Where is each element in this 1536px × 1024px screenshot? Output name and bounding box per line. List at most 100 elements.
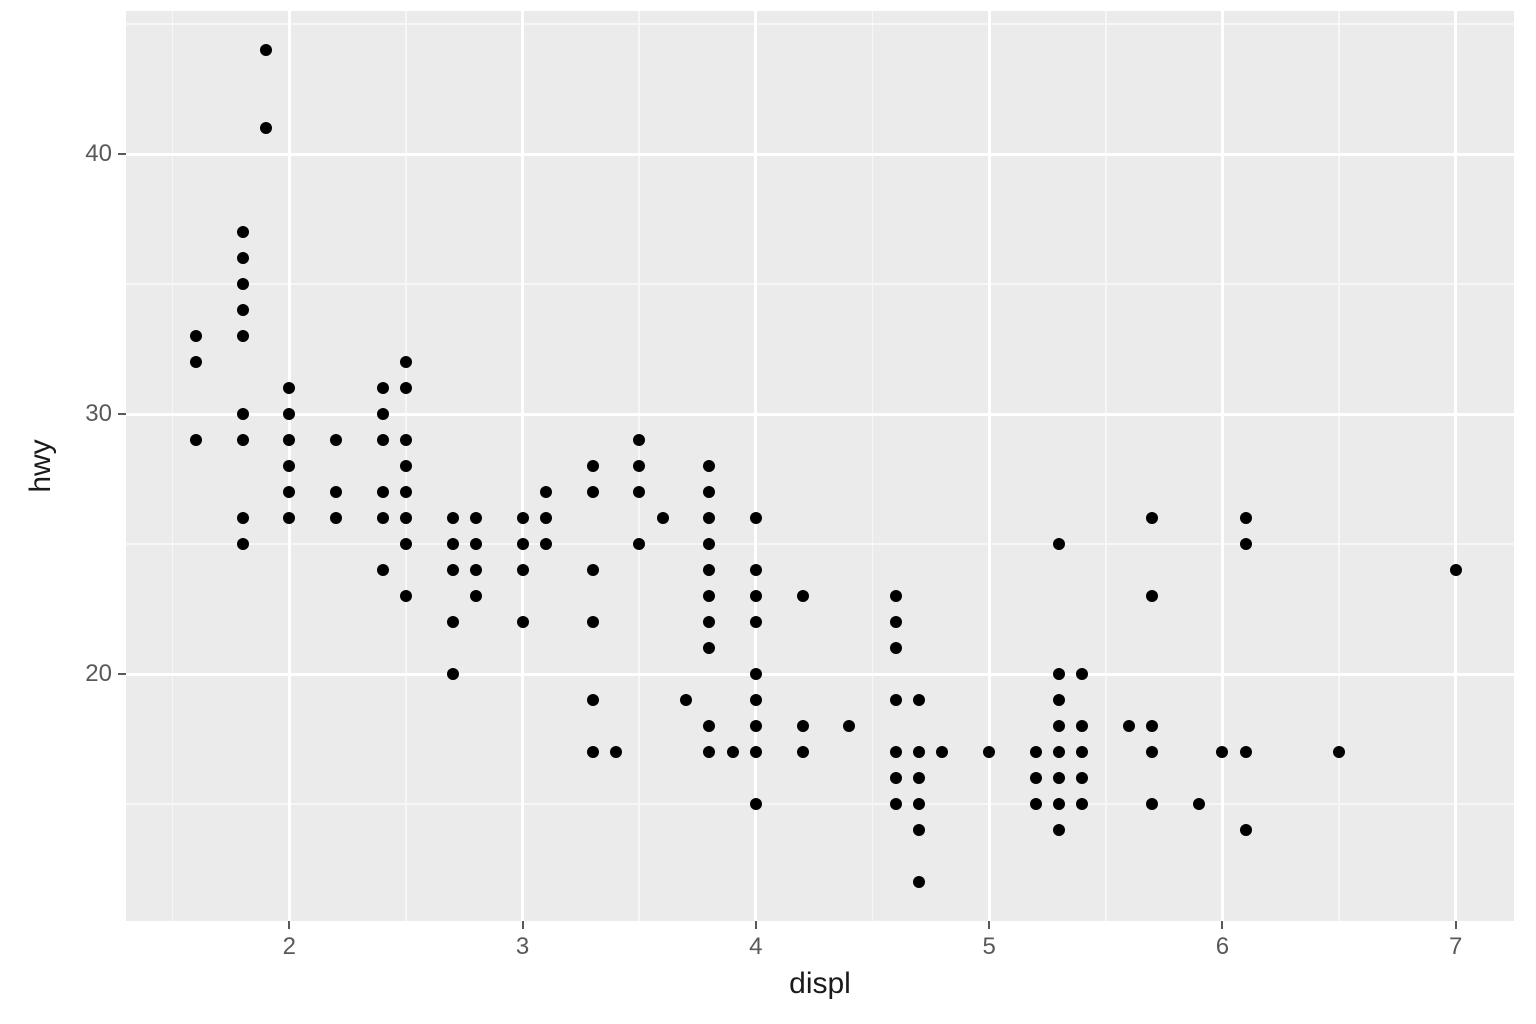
data-point	[1053, 668, 1065, 680]
data-point	[587, 616, 599, 628]
data-point	[237, 226, 249, 238]
data-point	[1053, 798, 1065, 810]
data-point	[517, 616, 529, 628]
data-point	[750, 616, 762, 628]
data-point	[237, 538, 249, 550]
data-point	[587, 486, 599, 498]
data-point	[1123, 720, 1135, 732]
x-tick-label: 7	[1449, 933, 1462, 961]
data-point	[727, 746, 739, 758]
data-point	[750, 512, 762, 524]
data-point	[750, 694, 762, 706]
data-point	[750, 746, 762, 758]
y-tick-label: 20	[85, 660, 112, 688]
data-point	[890, 616, 902, 628]
data-point	[237, 330, 249, 342]
data-point	[400, 538, 412, 550]
data-point	[237, 512, 249, 524]
data-point	[447, 538, 459, 550]
data-point	[377, 408, 389, 420]
data-point	[657, 512, 669, 524]
data-point	[890, 642, 902, 654]
scatter-chart: 2 3 4 5 6 7 20 30 40 displ hwy	[0, 0, 1536, 1024]
data-point	[517, 512, 529, 524]
x-tick-label: 5	[982, 933, 995, 961]
data-point	[1240, 746, 1252, 758]
x-tick-label: 3	[516, 933, 529, 961]
data-point	[1030, 798, 1042, 810]
data-point	[1450, 564, 1462, 576]
data-point	[330, 486, 342, 498]
data-point	[447, 512, 459, 524]
data-point	[750, 564, 762, 576]
data-point	[237, 434, 249, 446]
data-point	[400, 356, 412, 368]
x-tick-label: 2	[283, 933, 296, 961]
data-point	[377, 382, 389, 394]
data-point	[190, 434, 202, 446]
data-point	[447, 668, 459, 680]
data-point	[797, 746, 809, 758]
data-point	[237, 252, 249, 264]
data-point	[190, 356, 202, 368]
data-point	[470, 538, 482, 550]
data-point	[1053, 746, 1065, 758]
data-point	[470, 590, 482, 602]
x-axis-label: displ	[789, 967, 851, 1001]
data-point	[377, 564, 389, 576]
data-point	[587, 694, 599, 706]
data-point	[517, 538, 529, 550]
data-point	[1240, 512, 1252, 524]
x-tick-label: 4	[749, 933, 762, 961]
data-point	[1240, 538, 1252, 550]
y-axis-label: hwy	[24, 439, 58, 492]
plot-panel	[126, 11, 1514, 921]
data-point	[750, 668, 762, 680]
data-point	[237, 408, 249, 420]
data-point	[750, 720, 762, 732]
x-tick-label: 6	[1216, 933, 1229, 961]
data-point	[330, 434, 342, 446]
data-point	[190, 330, 202, 342]
data-point	[1053, 720, 1065, 732]
data-point	[890, 694, 902, 706]
data-point	[1333, 746, 1345, 758]
data-point	[890, 772, 902, 784]
data-point	[1053, 694, 1065, 706]
data-point	[890, 590, 902, 602]
data-point	[587, 746, 599, 758]
data-point	[400, 382, 412, 394]
data-point	[260, 122, 272, 134]
data-point	[400, 434, 412, 446]
y-tick-label: 40	[85, 140, 112, 168]
data-point	[750, 798, 762, 810]
data-point	[447, 616, 459, 628]
data-point	[680, 694, 692, 706]
data-point	[540, 538, 552, 550]
data-point	[587, 564, 599, 576]
data-point	[540, 486, 552, 498]
data-point	[1193, 798, 1205, 810]
data-point	[797, 590, 809, 602]
data-point	[237, 278, 249, 290]
data-point	[260, 44, 272, 56]
data-point	[400, 512, 412, 524]
data-point	[540, 512, 552, 524]
data-point	[890, 798, 902, 810]
data-point	[890, 746, 902, 758]
data-point	[1053, 824, 1065, 836]
data-point	[447, 564, 459, 576]
data-point	[377, 486, 389, 498]
data-point	[377, 512, 389, 524]
data-point	[377, 434, 389, 446]
data-point	[1030, 772, 1042, 784]
data-point	[517, 564, 529, 576]
data-point	[1053, 538, 1065, 550]
data-point	[1240, 824, 1252, 836]
data-point	[400, 486, 412, 498]
data-point	[1030, 746, 1042, 758]
data-point	[470, 512, 482, 524]
y-tick-label: 30	[85, 400, 112, 428]
data-point	[797, 720, 809, 732]
data-point	[1053, 772, 1065, 784]
